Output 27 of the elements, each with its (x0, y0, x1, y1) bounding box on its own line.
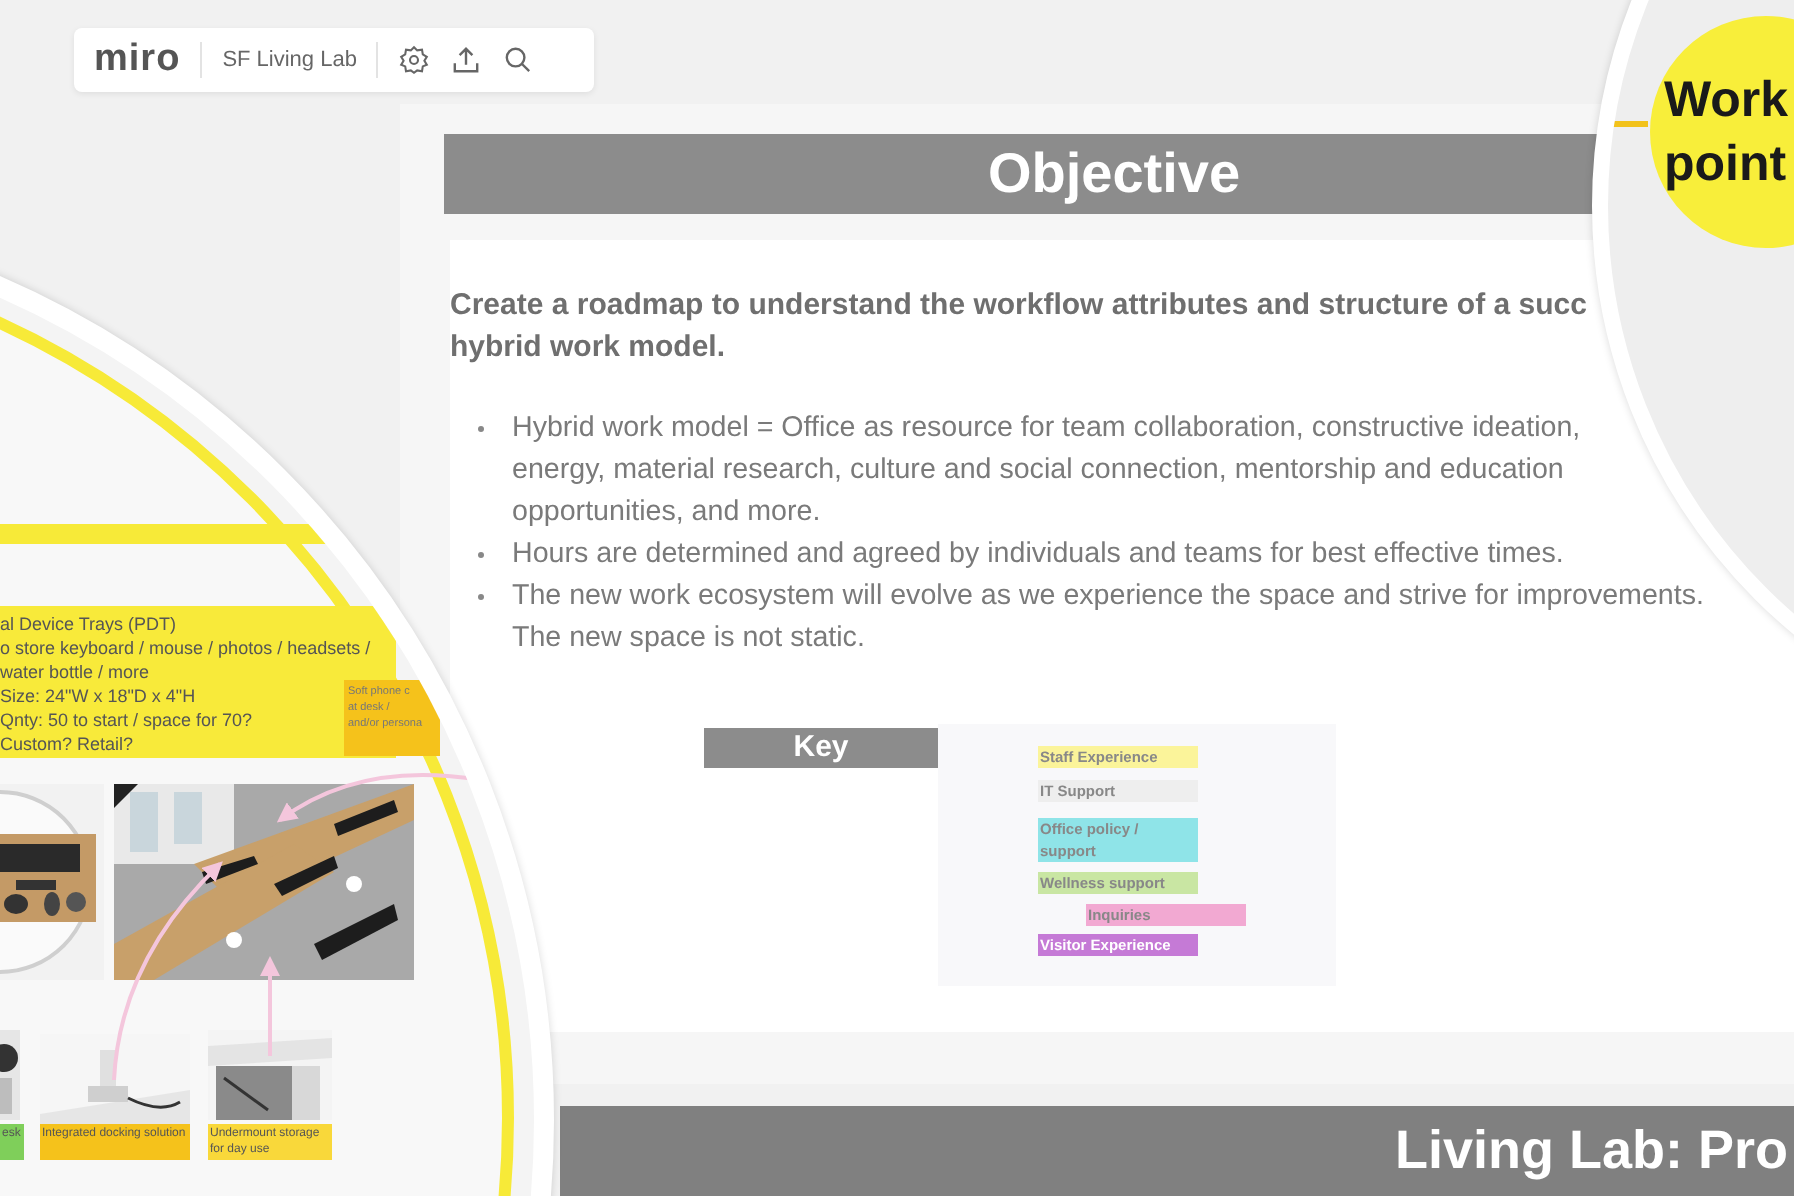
bullet-text: Hours are determined and agreed by individuals and teams for best effective times. (512, 536, 1564, 574)
note-text: Size: 24"W x 18"D x 4"H (0, 684, 196, 708)
objective-statement: Create a roadmap to understand the workflow attributes and structure of a succ (450, 286, 1587, 326)
key-label: Key (704, 728, 938, 768)
section-title: Objective (987, 142, 1241, 206)
bullet-dot-icon (478, 426, 484, 432)
bullet-text: Hybrid work model = Office as resource for team collaboration, constructive ideation, (512, 410, 1581, 448)
bullet-dot-icon (478, 552, 484, 558)
search-icon[interactable] (502, 44, 535, 76)
app-logo[interactable]: miro (94, 38, 181, 82)
objective-statement: hybrid work model. (450, 328, 726, 368)
section-title: Living Lab: Pro (1394, 1120, 1788, 1182)
note-text: Qnty: 50 to start / space for 70? (0, 708, 253, 732)
bullet-text: energy, material research, culture and social connection, mentorship and education (512, 452, 1564, 490)
arrow (260, 956, 280, 1056)
upload-icon[interactable] (450, 44, 483, 76)
bullet-text: The new work ecosystem will evolve as we experience the space and strive for improvements. (512, 578, 1704, 616)
bullet-text: The new space is not static. (512, 620, 865, 658)
bullet-text: opportunities, and more. (512, 494, 821, 532)
note-text: o store keyboard / mouse / photos / headsets / (0, 636, 371, 660)
note-text: water bottle / more (0, 660, 150, 684)
settings-icon[interactable] (398, 44, 431, 76)
board-name[interactable]: SF Living Lab (222, 48, 357, 72)
bullet-dot-icon (478, 594, 484, 600)
note-text: al Device Trays (PDT) (0, 612, 177, 636)
note-text: Custom? Retail? (0, 732, 134, 756)
topic-label: Work point (1664, 70, 1789, 196)
